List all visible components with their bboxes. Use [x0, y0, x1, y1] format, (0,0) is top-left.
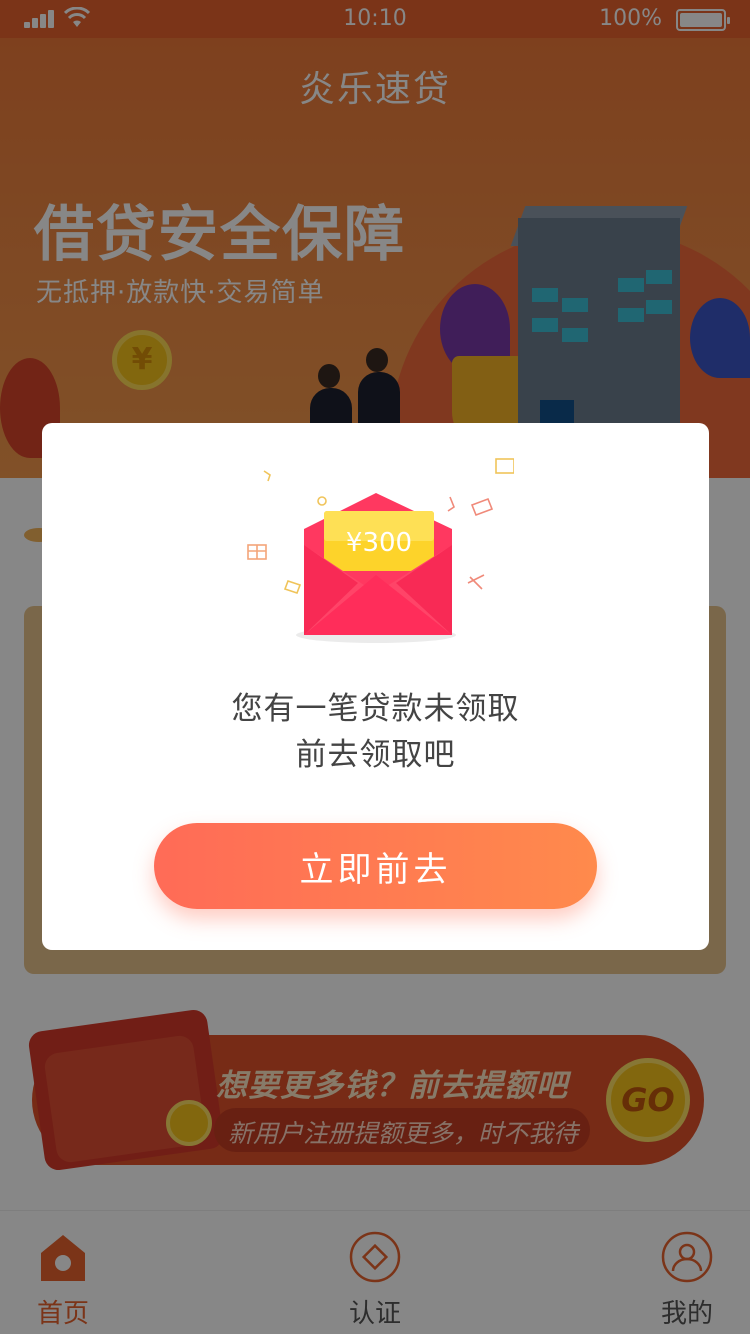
modal-message-line1: 您有一笔贷款未领取	[231, 691, 520, 727]
go-now-button[interactable]: 立即前去	[154, 823, 597, 909]
red-envelope-icon: ¥300	[247, 458, 514, 643]
modal-message-line2: 前去领取吧	[295, 737, 456, 773]
red-envelope-dialog: ¥300 您有一笔贷款未领取 前去领取吧 立即前去	[42, 423, 709, 950]
envelope-amount: ¥300	[346, 528, 412, 558]
